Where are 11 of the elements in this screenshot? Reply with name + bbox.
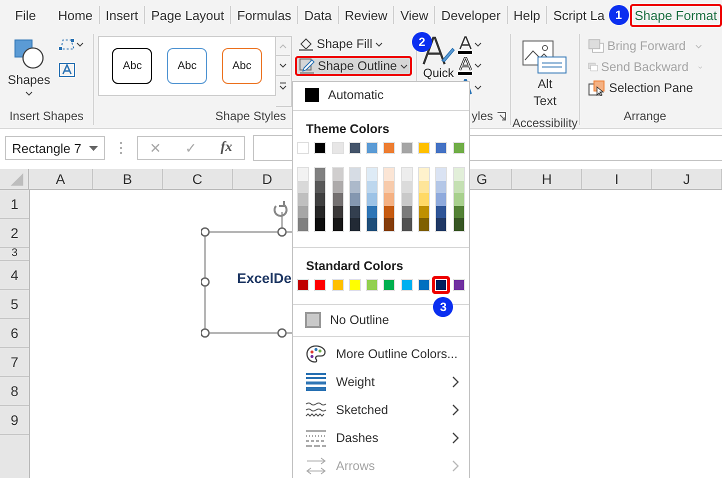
group-label: Insert Shapes (8, 108, 85, 125)
group-label: Arrange (622, 108, 668, 125)
callout-badge: 2 (412, 32, 432, 52)
section-heading: Standard Colors (305, 258, 404, 274)
group-label: Accessibility (511, 116, 579, 130)
group-label: Shape Styles (214, 108, 287, 125)
section-heading: Theme Colors (305, 121, 390, 138)
shape-text: ExcelDe (237, 270, 292, 286)
callout-badge: 3 (433, 296, 454, 316)
group-label: yles (472, 109, 493, 123)
callout-badge: 1 (608, 4, 629, 24)
